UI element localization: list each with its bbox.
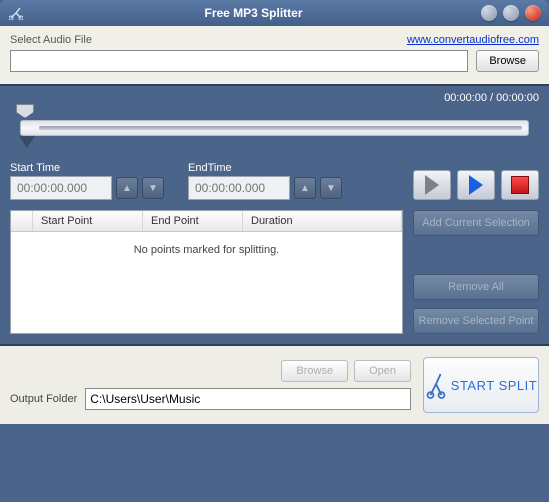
- start-split-label: START SPLIT: [451, 378, 537, 393]
- end-marker-icon[interactable]: [19, 136, 35, 148]
- playback-controls: [413, 170, 539, 200]
- select-file-label: Select Audio File: [10, 34, 92, 46]
- start-time-label: Start Time: [10, 162, 164, 174]
- website-link[interactable]: www.convertaudiofree.com: [407, 34, 539, 46]
- scissors-icon: [425, 371, 447, 399]
- split-points-list[interactable]: Start Point End Point Duration No points…: [10, 210, 403, 334]
- output-folder-label: Output Folder: [10, 393, 77, 405]
- stop-button[interactable]: [501, 170, 539, 200]
- app-icon: [8, 5, 24, 21]
- track-bar[interactable]: [20, 120, 529, 136]
- audio-file-input[interactable]: [10, 50, 468, 72]
- play-icon: [425, 175, 439, 195]
- start-time-input[interactable]: [10, 176, 112, 200]
- browse-audio-button[interactable]: Browse: [476, 50, 539, 72]
- start-time-down-button[interactable]: ▼: [142, 177, 164, 199]
- end-time-group: EndTime ▲ ▼: [188, 162, 342, 200]
- maximize-button[interactable]: [503, 5, 519, 21]
- close-button[interactable]: [525, 5, 541, 21]
- time-readout: 00:00:00 / 00:00:00: [10, 92, 539, 104]
- file-select-panel: Select Audio File www.convertaudiofree.c…: [0, 26, 549, 86]
- start-time-up-button[interactable]: ▲: [116, 177, 138, 199]
- stop-icon: [511, 176, 529, 194]
- play-selection-icon: [469, 175, 483, 195]
- output-open-button[interactable]: Open: [354, 360, 411, 382]
- main-panel: 00:00:00 / 00:00:00 Start Time ▲ ▼ EndTi…: [0, 86, 549, 344]
- start-split-button[interactable]: START SPLIT: [423, 357, 539, 413]
- col-start-point[interactable]: Start Point: [33, 211, 143, 231]
- add-selection-button[interactable]: Add Current Selection: [413, 210, 539, 236]
- timeline[interactable]: [10, 106, 539, 148]
- footer-panel: Browse Open Output Folder START SPLIT: [0, 344, 549, 424]
- start-time-group: Start Time ▲ ▼: [10, 162, 164, 200]
- play-button[interactable]: [413, 170, 451, 200]
- start-marker-icon[interactable]: [16, 104, 34, 118]
- remove-selected-button[interactable]: Remove Selected Point: [413, 308, 539, 334]
- window-title: Free MP3 Splitter: [32, 6, 475, 20]
- output-browse-button[interactable]: Browse: [281, 360, 348, 382]
- end-time-label: EndTime: [188, 162, 342, 174]
- remove-all-button[interactable]: Remove All: [413, 274, 539, 300]
- output-folder-input[interactable]: [85, 388, 411, 410]
- title-bar: Free MP3 Splitter: [0, 0, 549, 26]
- end-time-up-button[interactable]: ▲: [294, 177, 316, 199]
- col-end-point[interactable]: End Point: [143, 211, 243, 231]
- col-index: [11, 211, 33, 231]
- list-header: Start Point End Point Duration: [11, 211, 402, 232]
- col-duration[interactable]: Duration: [243, 211, 402, 231]
- minimize-button[interactable]: [481, 5, 497, 21]
- list-side-buttons: Add Current Selection Remove All Remove …: [413, 210, 539, 334]
- end-time-input[interactable]: [188, 176, 290, 200]
- empty-list-message: No points marked for splitting.: [11, 232, 402, 256]
- play-selection-button[interactable]: [457, 170, 495, 200]
- end-time-down-button[interactable]: ▼: [320, 177, 342, 199]
